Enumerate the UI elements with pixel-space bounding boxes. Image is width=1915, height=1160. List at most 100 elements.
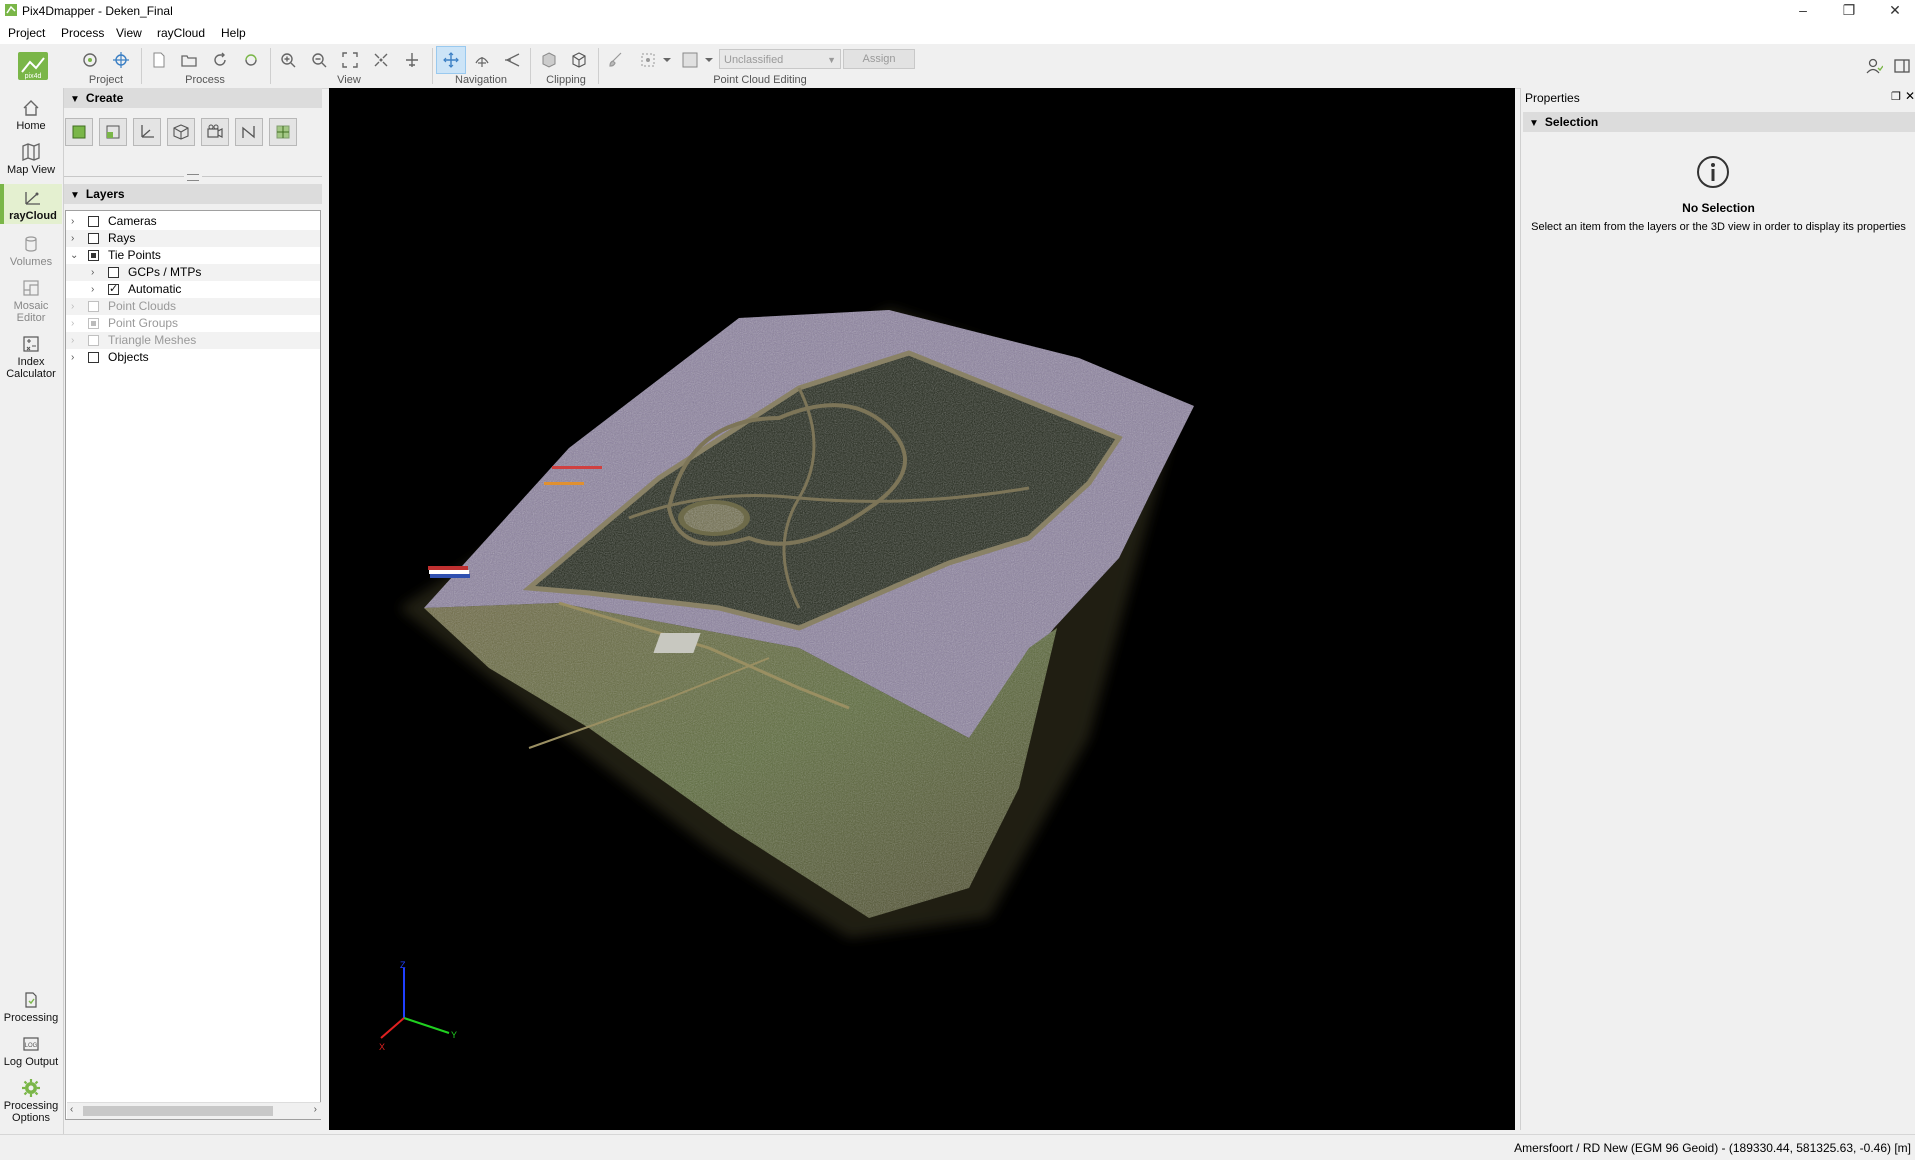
nav-home-label: Home (16, 120, 46, 132)
navigation-mode-icon[interactable] (436, 46, 466, 74)
layer-tie-points[interactable]: ⌄ Tie Points (66, 247, 320, 264)
class-color-dropdown-icon[interactable] (702, 48, 716, 72)
sidebar-toggle-icon[interactable] (1890, 54, 1914, 78)
create-surface-button[interactable] (99, 118, 127, 146)
brush-icon[interactable] (604, 48, 628, 72)
selection-dropdown-icon[interactable] (660, 48, 674, 72)
nav-mosaic-editor-label-2: Editor (16, 312, 46, 324)
layer-triangle-meshes[interactable]: › Triangle Meshes (66, 332, 320, 349)
layer-objects-checkbox[interactable] (88, 352, 99, 363)
axis-icon (141, 125, 154, 138)
menu-process[interactable]: Process (61, 26, 104, 40)
first-person-icon[interactable] (500, 48, 524, 72)
zoom-in-icon[interactable] (276, 48, 300, 72)
create-header[interactable]: ▼ Create (64, 88, 322, 108)
menu-help[interactable]: Help (221, 26, 246, 40)
layer-point-clouds[interactable]: › Point Clouds (66, 298, 320, 315)
layer-automatic-checkbox[interactable] (108, 281, 119, 298)
layer-cameras-label: Cameras (108, 214, 157, 228)
float-panel-icon[interactable]: ❐ (1891, 90, 1901, 103)
create-video-button[interactable] (201, 118, 229, 146)
selection-mode-icon[interactable] (636, 48, 660, 72)
layer-rays[interactable]: › Rays (66, 230, 320, 247)
scroll-left-icon[interactable]: ‹ (70, 1104, 73, 1115)
chevron-down-icon[interactable]: ⌄ (70, 247, 78, 264)
create-measure-button[interactable] (235, 118, 263, 146)
layer-gcps-mtps-checkbox[interactable] (108, 267, 119, 278)
layer-objects[interactable]: › Objects (66, 349, 320, 366)
raycloud-3d-view[interactable]: Z Y X (329, 88, 1515, 1130)
nav-log-output[interactable]: LOG Log Output (0, 1034, 62, 1068)
clipping-box-icon[interactable] (537, 48, 561, 72)
layer-point-groups[interactable]: › Point Groups (66, 315, 320, 332)
chevron-right-icon[interactable]: › (71, 298, 74, 315)
layer-gcps-mtps[interactable]: › GCPs / MTPs (66, 264, 320, 281)
zoom-out-icon[interactable] (307, 48, 331, 72)
clipping-box-edit-icon[interactable] (567, 48, 591, 72)
layer-point-groups-checkbox[interactable] (88, 318, 99, 329)
nav-raycloud[interactable]: rayCloud (0, 184, 62, 224)
user-account-icon[interactable] (1862, 54, 1886, 78)
chevron-right-icon[interactable]: › (71, 213, 74, 230)
class-color-icon[interactable] (678, 48, 702, 72)
horizontal-scrollbar[interactable]: ‹ › (67, 1102, 321, 1119)
axis-y-label: Y (451, 1030, 457, 1040)
menu-project[interactable]: Project (8, 26, 45, 40)
minimize-button[interactable]: – (1780, 0, 1826, 22)
scrollbar-thumb[interactable] (83, 1106, 273, 1116)
chevron-right-icon[interactable]: › (71, 315, 74, 332)
layer-triangle-meshes-checkbox[interactable] (88, 335, 99, 346)
crosshair-icon[interactable] (109, 48, 133, 72)
create-grid-button[interactable] (269, 118, 297, 146)
sync-icon[interactable] (239, 48, 263, 72)
zoom-center-icon[interactable] (369, 48, 393, 72)
point-class-select[interactable]: Unclassified ▼ (719, 49, 841, 69)
info-icon (1697, 156, 1729, 188)
project-open-icon[interactable] (78, 48, 102, 72)
layer-rays-checkbox[interactable] (88, 233, 99, 244)
layer-automatic[interactable]: › Automatic (66, 281, 320, 298)
index-calculator-icon (23, 336, 39, 352)
flight-view-icon[interactable] (400, 48, 424, 72)
refresh-icon[interactable] (208, 48, 232, 72)
nav-processing-options[interactable]: Processing Options (0, 1078, 62, 1124)
splitter-handle[interactable] (64, 173, 322, 181)
layer-cameras[interactable]: › Cameras (66, 213, 320, 230)
map-icon (22, 143, 40, 161)
nav-home[interactable]: Home (0, 98, 62, 132)
layer-point-clouds-checkbox[interactable] (88, 301, 99, 312)
nav-processing[interactable]: Processing (0, 990, 62, 1024)
menu-raycloud[interactable]: rayCloud (157, 26, 205, 40)
layer-cameras-checkbox[interactable] (88, 216, 99, 227)
nav-map-view[interactable]: Map View (0, 142, 62, 176)
create-polyline-button[interactable] (65, 118, 93, 146)
create-volume-button[interactable] (167, 118, 195, 146)
point-cloud-render[interactable] (329, 88, 1515, 1130)
chevron-right-icon[interactable]: › (71, 349, 74, 366)
close-panel-icon[interactable]: ✕ (1905, 89, 1915, 103)
no-selection-title: No Selection (1682, 201, 1755, 215)
assign-button[interactable]: Assign (843, 49, 915, 69)
nav-index-calculator[interactable]: Index Calculator (0, 334, 62, 380)
chevron-right-icon[interactable]: › (91, 264, 94, 281)
create-axis-button[interactable] (133, 118, 161, 146)
close-button[interactable]: ✕ (1872, 0, 1915, 22)
chevron-right-icon[interactable]: › (71, 230, 74, 247)
axis-gizmo: Z Y X (379, 960, 457, 1052)
layers-header[interactable]: ▼ Layers (64, 184, 322, 204)
scroll-right-icon[interactable]: › (314, 1104, 317, 1115)
restore-button[interactable]: ❐ (1826, 0, 1872, 22)
selection-header[interactable]: ▼ Selection (1523, 112, 1915, 132)
trackball-icon[interactable] (470, 48, 494, 72)
zoom-extent-icon[interactable] (338, 48, 362, 72)
processing-icon (25, 992, 37, 1008)
menu-view[interactable]: View (116, 26, 142, 40)
nav-volumes[interactable]: Volumes (0, 234, 62, 268)
chevron-right-icon[interactable]: › (91, 281, 94, 298)
folder-icon[interactable] (177, 48, 201, 72)
new-doc-icon[interactable] (147, 48, 171, 72)
chevron-right-icon[interactable]: › (71, 332, 74, 349)
layer-tie-points-checkbox[interactable] (88, 250, 99, 261)
nav-mosaic-editor[interactable]: Mosaic Editor (0, 278, 62, 324)
layer-point-groups-label: Point Groups (108, 316, 179, 330)
